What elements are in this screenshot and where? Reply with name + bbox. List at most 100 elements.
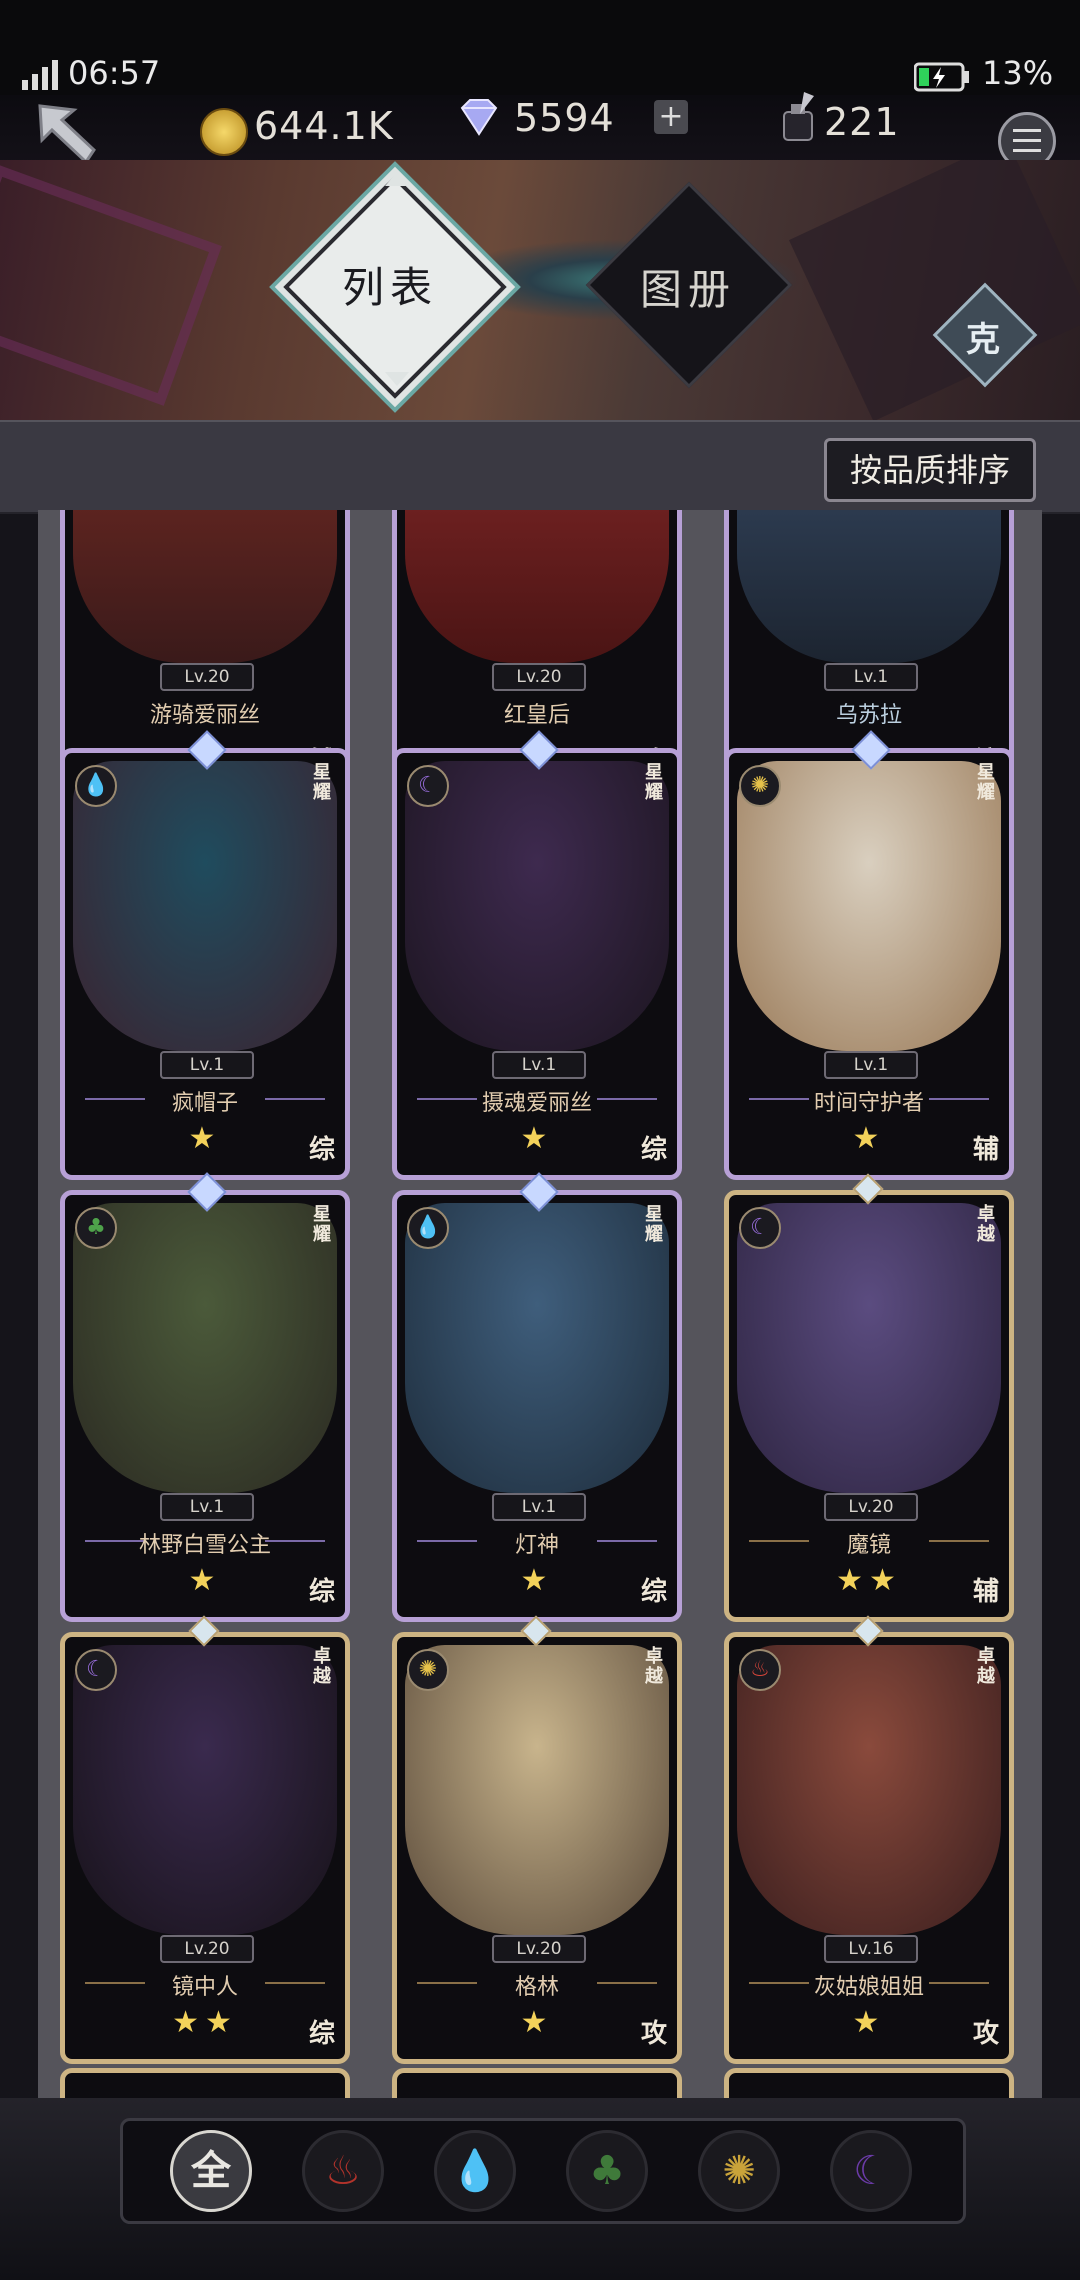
arrow-up-icon [385,172,409,186]
character-portrait [737,761,1001,1051]
filter-water-icon[interactable]: 💧 [434,2130,516,2212]
sun-icon: ✺ [407,1649,449,1691]
card-rank: 星耀 [977,762,995,803]
card-level: Lv.1 [492,1051,586,1079]
card-level: Lv.1 [160,1051,254,1079]
arrow-down-icon [385,372,409,386]
diamond-icon [460,99,498,136]
filter-leaf-icon[interactable]: ♣ [566,2130,648,2212]
card-rank: 星耀 [645,762,663,803]
card-role: 综 [308,1135,335,1165]
character-grid[interactable]: Lv.20 游骑爱丽丝 ★ 辅 Lv.20 红皇后 ★ 攻 Lv.1 乌苏拉 ★… [38,510,1042,2098]
character-card[interactable]: ♣ 星耀 Lv.1 林野白雪公主 ★ 综 [60,1190,350,1622]
tab-list-label: 列表 [341,263,438,312]
filter-moon-icon[interactable]: ☾ [830,2130,912,2212]
filter-sun-icon[interactable]: ✺ [698,2130,780,2212]
character-portrait [405,1203,669,1493]
filter-all-icon[interactable]: 全 [170,2130,252,2212]
water-icon: 💧 [407,1207,449,1249]
card-name: 林野白雪公主 [138,1533,271,1558]
card-name: 乌苏拉 [835,703,902,728]
signal-icon [22,60,58,90]
card-name: 灯神 [514,1533,559,1558]
character-portrait [73,510,337,663]
card-name: 格林 [514,1975,559,2000]
character-portrait [737,1645,1001,1935]
character-card[interactable]: 💧 星耀 Lv.1 疯帽子 ★ 综 [60,748,350,1180]
card-role: 综 [308,2019,335,2049]
gold-coin-icon [200,108,248,156]
character-portrait [737,1203,1001,1493]
water-icon: 💧 [75,765,117,807]
gold-amount: 644.1K [254,104,394,148]
filter-fire-icon[interactable]: ♨ [302,2130,384,2212]
character-portrait [405,761,669,1051]
character-portrait [405,1645,669,1935]
tab-gallery-label: 图册 [639,265,736,314]
card-role: 攻 [640,2019,667,2049]
character-portrait [73,761,337,1051]
plus-icon[interactable]: + [654,100,688,134]
sun-icon: ✺ [739,765,781,807]
moon-icon: ☾ [407,765,449,807]
card-role: 综 [640,1135,667,1165]
card-role: 攻 [972,2019,999,2049]
moon-icon: ☾ [75,1649,117,1691]
card-level: Lv.20 [824,1493,918,1521]
card-name: 疯帽子 [171,1091,238,1116]
ink-bottle-icon [783,92,814,141]
card-rank: 卓越 [313,1646,331,1687]
leaf-icon: ♣ [75,1207,117,1249]
character-card[interactable]: 💧 星耀 Lv.1 灯神 ★ 综 [392,1190,682,1622]
card-rank: 卓越 [977,1204,995,1245]
battery-charging-icon [914,62,969,92]
card-name: 时间守护者 [813,1091,924,1116]
card-level: Lv.1 [824,663,918,691]
card-rank: 星耀 [645,1204,663,1245]
character-card[interactable]: ☾ 卓越 Lv.20 魔镜 ★★ 辅 [724,1190,1014,1622]
card-name: 红皇后 [503,703,570,728]
card-name: 镜中人 [171,1975,238,2000]
card-rank: 星耀 [313,1204,331,1245]
diamond-amount: 5594 [514,96,615,140]
card-role: 辅 [972,1577,999,1607]
character-card[interactable]: ✺ 星耀 Lv.1 时间守护者 ★ 辅 [724,748,1014,1180]
card-level: Lv.20 [492,663,586,691]
character-portrait [73,1203,337,1493]
moon-icon: ☾ [739,1207,781,1249]
counter-button-label: 克 [966,320,1000,360]
character-card[interactable] [60,2068,350,2098]
character-card[interactable]: ☾ 卓越 Lv.20 镜中人 ★★ 综 [60,1632,350,2064]
character-card[interactable]: ☾ 星耀 Lv.1 摄魂爱丽丝 ★ 综 [392,748,682,1180]
card-level: Lv.20 [160,663,254,691]
clock: 06:57 [68,54,161,92]
card-role: 辅 [972,1135,999,1165]
card-level: Lv.20 [492,1935,586,1963]
character-card[interactable] [724,2068,1014,2098]
card-role: 综 [308,1577,335,1607]
battery-percent: 13% [982,54,1054,92]
banner-background [0,160,1080,420]
card-level: Lv.1 [492,1493,586,1521]
sort-by-quality-button[interactable]: 按品质排序 [824,438,1036,502]
character-portrait [405,510,669,663]
character-card[interactable] [392,2068,682,2098]
filter-label: 全 [191,2148,231,2194]
card-level: Lv.1 [160,1493,254,1521]
card-name: 灰姑娘姐姐 [813,1975,924,2000]
card-level: Lv.20 [160,1935,254,1963]
card-name: 魔镜 [846,1533,891,1558]
character-portrait [73,1645,337,1935]
card-level: Lv.16 [824,1935,918,1963]
ink-amount: 221 [824,100,900,144]
character-card[interactable]: ✺ 卓越 Lv.20 格林 ★ 攻 [392,1632,682,2064]
fire-icon: ♨ [739,1649,781,1691]
card-level: Lv.1 [824,1051,918,1079]
card-rank: 星耀 [313,762,331,803]
card-rank: 卓越 [977,1646,995,1687]
card-role: 综 [640,1577,667,1607]
card-name: 摄魂爱丽丝 [481,1091,592,1116]
card-rank: 卓越 [645,1646,663,1687]
character-card[interactable]: ♨ 卓越 Lv.16 灰姑娘姐姐 ★ 攻 [724,1632,1014,2064]
card-name: 游骑爱丽丝 [149,703,260,728]
